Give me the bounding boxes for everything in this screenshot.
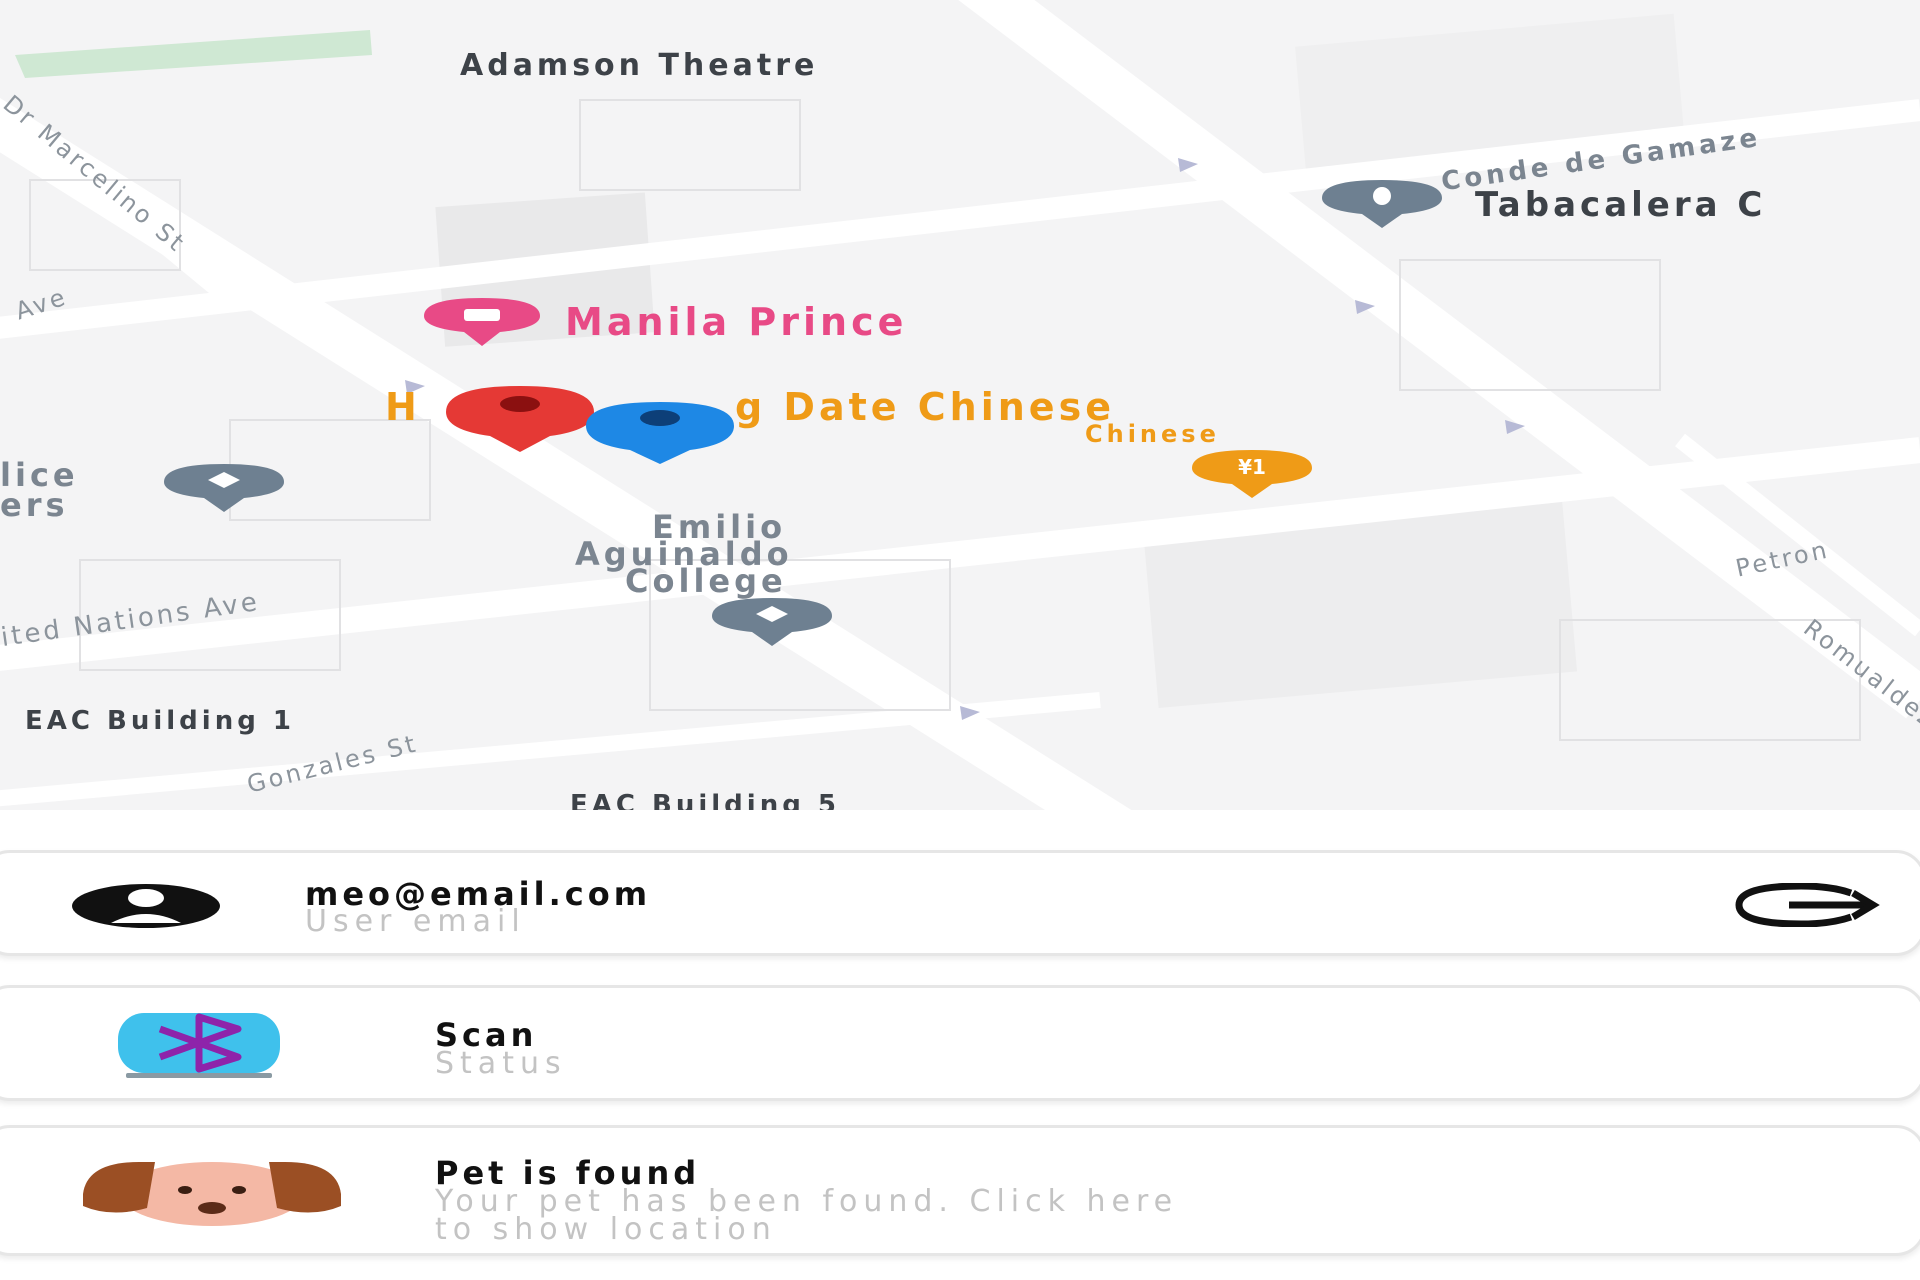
place-adamson-theatre[interactable]: Adamson Theatre <box>460 48 818 83</box>
scan-status: Status <box>435 1046 567 1081</box>
logout-icon[interactable] <box>1731 883 1881 927</box>
place-honey-date-category: Chinese <box>1085 420 1220 448</box>
poi-tabacalera-icon[interactable] <box>1318 178 1446 230</box>
user-card[interactable]: meo@email.com User email <box>0 850 1920 956</box>
place-police-line2[interactable]: ers <box>0 486 69 524</box>
bluetooth-icon <box>118 1013 280 1078</box>
poi-manila-prince-icon[interactable] <box>420 296 544 348</box>
place-honey-date-prefix[interactable]: H <box>385 385 421 429</box>
scan-card[interactable]: Scan Status <box>0 985 1920 1101</box>
dog-face-icon <box>83 1162 341 1226</box>
map-view[interactable]: Adamson Theatre Conde de Gamaze Tabacale… <box>0 0 1920 810</box>
svg-text:¥1: ¥1 <box>1238 455 1266 479</box>
place-tabacalera[interactable]: Tabacalera C <box>1475 185 1766 225</box>
place-eac-building-5[interactable]: EAC Building 5 <box>570 790 840 810</box>
account-circle-icon <box>72 884 220 928</box>
location-pin-red-icon[interactable] <box>442 382 598 454</box>
poi-honey-date-icon[interactable]: ¥1 <box>1188 448 1316 500</box>
place-honey-date-chinese[interactable]: g Date Chinese <box>735 385 1115 429</box>
place-eac-building-1[interactable]: EAC Building 1 <box>25 706 295 736</box>
poi-emilio-aguinaldo-icon[interactable] <box>708 596 836 648</box>
place-manila-prince[interactable]: Manila Prince <box>565 300 907 344</box>
place-emilio-line3[interactable]: College <box>625 562 787 600</box>
user-email-label: User email <box>305 904 526 939</box>
location-pin-blue-icon[interactable] <box>582 398 738 466</box>
pet-found-message-line2: to show location <box>435 1212 777 1247</box>
poi-police-icon[interactable] <box>160 462 288 514</box>
pet-found-card[interactable]: Pet is found Your pet has been found. Cl… <box>0 1125 1920 1256</box>
